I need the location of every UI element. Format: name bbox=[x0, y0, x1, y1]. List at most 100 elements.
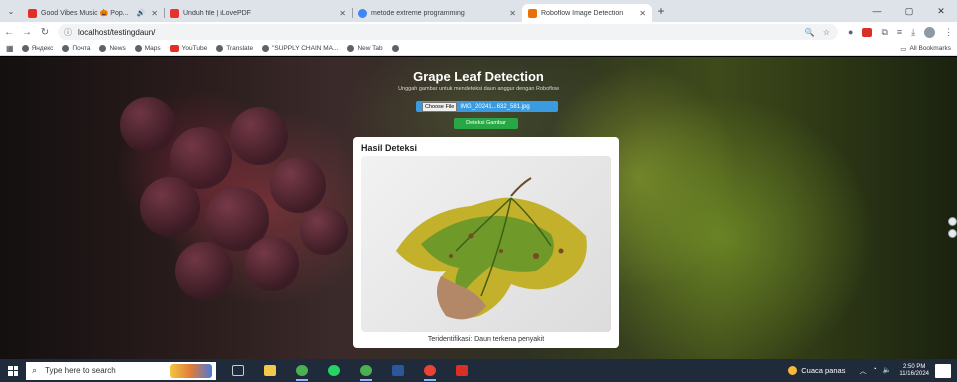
result-card: Hasil Deteksi Teridentifikasi: Daun terk… bbox=[353, 137, 619, 348]
youtube-favicon-icon bbox=[28, 8, 37, 18]
roboflow-favicon-icon bbox=[528, 8, 537, 18]
close-window-icon[interactable]: ✕ bbox=[925, 0, 957, 22]
windows-taskbar: ⌕ Type here to search Cuaca panas ︿ ◔ 🔈 … bbox=[0, 359, 957, 382]
taskbar-apps bbox=[224, 359, 476, 382]
side-circle-icon[interactable] bbox=[947, 229, 957, 238]
bookmark-youtube[interactable]: YouTube bbox=[169, 45, 207, 52]
globe-icon bbox=[216, 45, 224, 52]
media-icon[interactable]: ≡ bbox=[897, 27, 902, 37]
background-grape bbox=[270, 157, 326, 213]
bookmark-news[interactable]: News bbox=[99, 45, 126, 52]
weather-widget[interactable]: Cuaca panas bbox=[788, 366, 845, 375]
extensions-puzzle-icon[interactable]: ⧉ bbox=[881, 27, 887, 38]
globe-icon bbox=[391, 45, 399, 52]
reload-icon[interactable]: ↻ bbox=[36, 27, 54, 38]
page-viewport: Grape Leaf Detection Unggah gambar untuk… bbox=[0, 57, 957, 359]
url-input[interactable]: ⓘ localhost/testingdaun/ 🔍 ☆ bbox=[58, 24, 838, 40]
new-tab-button[interactable]: + bbox=[652, 4, 670, 18]
result-title: Hasil Deteksi bbox=[361, 143, 418, 153]
background-grape bbox=[175, 242, 233, 300]
apps-grid-icon[interactable]: ▦ bbox=[6, 44, 14, 53]
zoom-icon[interactable]: 🔍 bbox=[805, 28, 815, 37]
side-floating-buttons bbox=[947, 217, 957, 238]
network-icon[interactable]: ◔ bbox=[872, 366, 876, 376]
google-favicon-icon bbox=[358, 8, 367, 18]
background-grape bbox=[230, 107, 288, 165]
chrome-icon[interactable] bbox=[288, 359, 316, 382]
windows-logo-icon bbox=[8, 365, 18, 376]
bookmark-pochta[interactable]: Почта bbox=[62, 45, 90, 52]
site-info-icon[interactable]: ⓘ bbox=[64, 27, 72, 38]
bookmark-new-tab[interactable]: New Tab bbox=[347, 45, 383, 52]
search-highlight-icon bbox=[170, 363, 212, 378]
file-upload-input[interactable]: Choose File IMG_20241...632_581.jpg bbox=[416, 101, 558, 112]
close-tab-icon[interactable]: ✕ bbox=[151, 9, 158, 18]
detect-image-button[interactable]: Deteksi Gambar bbox=[454, 118, 518, 129]
address-bar-row: ← → ↻ ⓘ localhost/testingdaun/ 🔍 ☆ ● ⧉ ≡… bbox=[0, 22, 957, 42]
globe-icon bbox=[262, 45, 270, 52]
word-icon[interactable] bbox=[384, 359, 412, 382]
grape-leaf-image bbox=[396, 177, 587, 320]
system-tray: Cuaca panas ︿ ◔ 🔈 2:50 PM 11/16/2024 bbox=[788, 359, 957, 382]
tab-google-search[interactable]: metode extreme programming ✕ bbox=[352, 4, 522, 22]
background-grape bbox=[120, 97, 176, 153]
task-view-icon[interactable] bbox=[224, 359, 252, 382]
globe-icon bbox=[134, 45, 142, 52]
profile-avatar[interactable] bbox=[924, 26, 936, 38]
start-button[interactable] bbox=[0, 359, 26, 382]
globe-icon bbox=[62, 45, 70, 52]
minimize-icon[interactable]: — bbox=[861, 0, 893, 22]
maximize-icon[interactable]: ▢ bbox=[893, 0, 925, 22]
search-icon: ⌕ bbox=[32, 365, 38, 375]
background-grape bbox=[300, 207, 348, 255]
tab-roboflow[interactable]: Roboflow Image Detection ✕ bbox=[522, 4, 652, 22]
tab-search-icon[interactable]: ⌄ bbox=[0, 0, 22, 22]
menu-kebab-icon[interactable]: ⋮ bbox=[944, 27, 953, 38]
result-caption: Teridentifikasi: Daun terkena penyakit bbox=[427, 336, 545, 343]
bookmark-maps[interactable]: Maps bbox=[134, 45, 161, 52]
gmail-icon[interactable] bbox=[448, 359, 476, 382]
ilovepdf-favicon-icon bbox=[170, 8, 179, 18]
page-title: Grape Leaf Detection bbox=[413, 69, 544, 84]
bookmarks-bar: ▦ Яндекс Почта News Maps YouTube Transla… bbox=[0, 42, 957, 56]
volume-icon[interactable]: 🔈 bbox=[883, 366, 892, 376]
globe-icon bbox=[21, 45, 29, 52]
audio-icon[interactable]: 🔊 bbox=[137, 9, 146, 17]
window-controls: — ▢ ✕ bbox=[861, 0, 957, 22]
tray-chevron-icon[interactable]: ︿ bbox=[859, 366, 866, 376]
bookmark-untitled[interactable] bbox=[391, 45, 402, 52]
extension-red-icon[interactable] bbox=[862, 27, 873, 37]
whatsapp-icon[interactable] bbox=[320, 359, 348, 382]
result-image bbox=[361, 156, 611, 332]
file-explorer-icon[interactable] bbox=[256, 359, 284, 382]
bookmark-star-icon[interactable]: ☆ bbox=[823, 28, 830, 37]
bookmark-translate[interactable]: Translate bbox=[216, 45, 253, 52]
globe-icon bbox=[347, 45, 355, 52]
back-icon[interactable]: ← bbox=[0, 27, 18, 38]
weather-sun-icon bbox=[788, 366, 798, 375]
close-tab-icon[interactable]: ✕ bbox=[339, 9, 346, 18]
tab-ilovepdf[interactable]: Unduh file | iLovePDF ✕ bbox=[164, 4, 352, 22]
bookmark-yandex[interactable]: Яндекс bbox=[21, 45, 53, 52]
bookmark-supply-chain[interactable]: "SUPPLY CHAIN MA... bbox=[262, 45, 338, 52]
chrome-secondary-icon[interactable] bbox=[416, 359, 444, 382]
background-grape bbox=[245, 237, 299, 291]
chrome-profile-icon[interactable] bbox=[352, 359, 380, 382]
page-subtitle: Unggah gambar untuk mendeteksi daun angg… bbox=[398, 86, 559, 92]
clock[interactable]: 2:50 PM 11/16/2024 bbox=[899, 364, 929, 378]
tab-strip: ⌄ Good Vibes Music 🎃 Pop... 🔊 ✕ Unduh fi… bbox=[0, 0, 957, 22]
notification-icon[interactable] bbox=[935, 363, 951, 378]
all-bookmarks-button[interactable]: ▭ All Bookmarks bbox=[900, 45, 957, 53]
globe-icon bbox=[99, 45, 107, 52]
side-circle-icon[interactable] bbox=[947, 217, 957, 226]
selected-file-name: IMG_20241...632_581.jpg bbox=[460, 103, 530, 110]
close-tab-icon[interactable]: ✕ bbox=[639, 9, 646, 18]
tab-good-vibes[interactable]: Good Vibes Music 🎃 Pop... 🔊 ✕ bbox=[22, 4, 164, 22]
taskbar-search-input[interactable]: ⌕ Type here to search bbox=[26, 361, 216, 380]
choose-file-button[interactable]: Choose File bbox=[422, 101, 458, 112]
close-tab-icon[interactable]: ✕ bbox=[509, 9, 516, 18]
youtube-icon bbox=[169, 45, 179, 52]
extension-circle-icon[interactable]: ● bbox=[848, 27, 853, 37]
download-icon[interactable]: ⤓ bbox=[911, 27, 915, 38]
forward-icon[interactable]: → bbox=[18, 27, 36, 38]
